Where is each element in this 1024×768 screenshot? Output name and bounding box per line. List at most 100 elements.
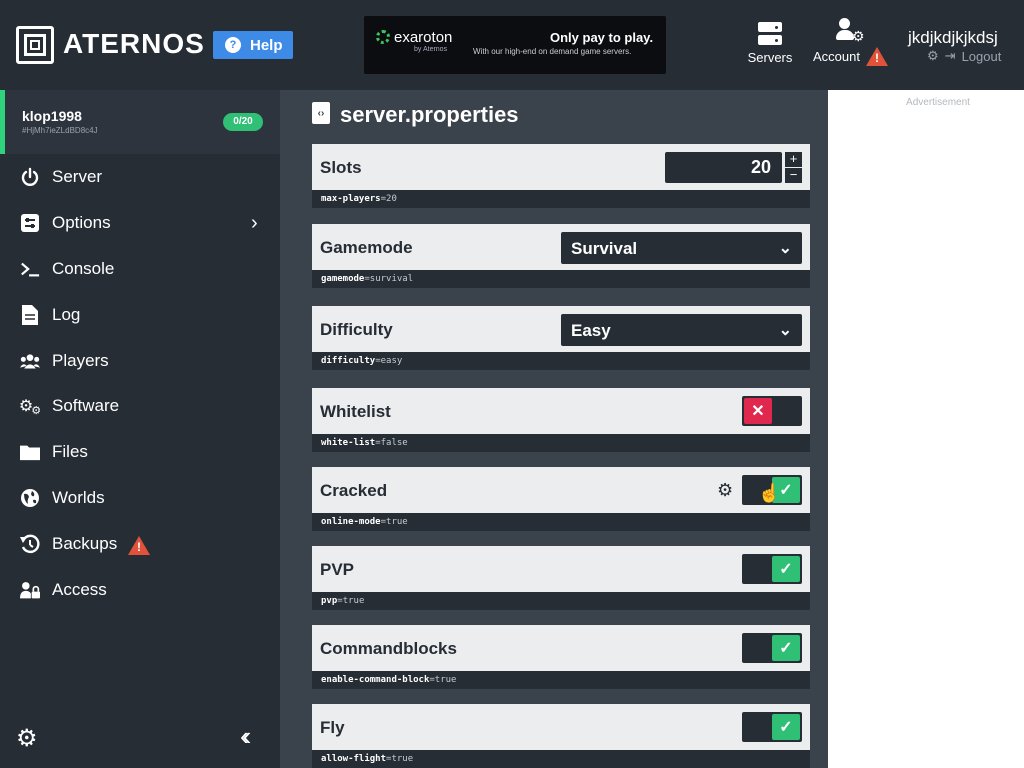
property-fly: Fly ✓ allow-flight=true bbox=[312, 704, 810, 768]
property-label: Commandblocks bbox=[320, 639, 457, 658]
terminal-icon bbox=[20, 259, 40, 279]
property-label: Slots bbox=[320, 158, 362, 177]
question-icon: ? bbox=[225, 37, 241, 53]
whitelist-toggle[interactable]: ✕ bbox=[742, 396, 802, 426]
power-icon bbox=[20, 167, 40, 187]
increment-button[interactable]: + bbox=[785, 152, 802, 167]
server-name: klop1998 bbox=[22, 108, 82, 124]
property-value: false bbox=[380, 438, 408, 448]
sidebar-item-label: Players bbox=[52, 351, 109, 370]
property-value: easy bbox=[380, 356, 403, 366]
sidebar-item-access[interactable]: Access bbox=[0, 570, 280, 610]
servers-nav-button[interactable]: Servers bbox=[744, 22, 796, 65]
banner-title: Only pay to play. bbox=[550, 30, 654, 45]
sidebar-item-label: Worlds bbox=[52, 488, 105, 507]
sidebar-item-label: Options bbox=[52, 213, 111, 232]
top-header: ATERNOS ? Help exaroton by Aternos Only … bbox=[0, 0, 1024, 90]
help-button[interactable]: ? Help bbox=[213, 31, 293, 59]
property-gamemode: Gamemode Survival ⌄ gamemode=survival bbox=[312, 224, 810, 288]
property-value: true bbox=[434, 675, 457, 685]
settings-gear-icon[interactable]: ⚙ bbox=[16, 724, 38, 753]
property-key-line: enable-command-block=true bbox=[312, 671, 810, 689]
property-label: Cracked bbox=[320, 481, 388, 500]
property-slots: Slots 20 + − max-players=20 bbox=[312, 144, 810, 208]
property-label: Difficulty bbox=[320, 320, 393, 339]
server-card[interactable]: klop1998 #HjMh7ieZLdBD8c4J 0/20 bbox=[0, 90, 280, 154]
sidebar-item-label: Console bbox=[52, 259, 115, 278]
property-key-line: max-players=20 bbox=[312, 190, 810, 208]
folder-icon bbox=[20, 442, 40, 462]
warning-icon bbox=[128, 536, 150, 555]
users-icon bbox=[20, 351, 40, 371]
property-key-line: online-mode=true bbox=[312, 513, 810, 531]
main-content: ‹› server.properties Slots 20 + − max-pl… bbox=[294, 90, 828, 768]
fly-toggle[interactable]: ✓ bbox=[742, 712, 802, 742]
warning-icon bbox=[866, 47, 888, 66]
file-code-icon: ‹› bbox=[312, 102, 330, 124]
banner-brand: exaroton bbox=[394, 29, 453, 46]
player-count-badge: 0/20 bbox=[223, 113, 263, 131]
sidebar-item-console[interactable]: Console bbox=[0, 249, 280, 289]
sidebar-item-label: Backups bbox=[52, 534, 118, 553]
property-commandblocks: Commandblocks ✓ enable-command-block=tru… bbox=[312, 625, 810, 689]
account-icon: ⚙ bbox=[836, 18, 865, 44]
slots-number-input[interactable]: 20 bbox=[665, 152, 782, 183]
help-label: Help bbox=[250, 36, 283, 54]
file-icon bbox=[20, 305, 40, 325]
logo-text[interactable]: ATERNOS bbox=[63, 28, 205, 60]
property-value: true bbox=[342, 596, 365, 606]
property-key-line: white-list=false bbox=[312, 434, 810, 452]
user-actions: ⚙ ⇥ Logout bbox=[927, 48, 1001, 64]
sidebar-item-files[interactable]: Files bbox=[0, 432, 280, 472]
collapse-sidebar-icon[interactable]: ‹‹ bbox=[240, 721, 252, 752]
username[interactable]: jkdjkdjkjkdsj bbox=[908, 28, 998, 48]
servers-label: Servers bbox=[747, 50, 793, 65]
ad-panel: Advertisement bbox=[828, 90, 1024, 768]
commandblocks-toggle[interactable]: ✓ bbox=[742, 633, 802, 663]
difficulty-select[interactable]: Easy ⌄ bbox=[561, 314, 802, 346]
sidebar-item-label: Software bbox=[52, 396, 120, 415]
property-key: pvp bbox=[321, 596, 338, 606]
select-value: Easy bbox=[571, 321, 611, 340]
sidebar-item-label: Log bbox=[52, 305, 81, 324]
settings-gear-icon[interactable]: ⚙ bbox=[927, 48, 939, 64]
decrement-button[interactable]: − bbox=[785, 168, 802, 183]
property-key: allow-flight bbox=[321, 754, 387, 764]
property-key: gamemode bbox=[321, 274, 365, 284]
sidebar-item-worlds[interactable]: Worlds bbox=[0, 478, 280, 518]
sidebar: klop1998 #HjMh7ieZLdBD8c4J 0/20 Server O… bbox=[0, 90, 280, 768]
property-label: Fly bbox=[320, 718, 345, 737]
logout-link[interactable]: Logout bbox=[962, 49, 1002, 64]
sidebar-item-label: Files bbox=[52, 442, 88, 461]
sidebar-item-players[interactable]: Players bbox=[0, 341, 280, 381]
property-value: survival bbox=[369, 274, 414, 284]
property-difficulty: Difficulty Easy ⌄ difficulty=easy bbox=[312, 306, 810, 370]
property-key-line: gamemode=survival bbox=[312, 270, 810, 288]
pvp-toggle[interactable]: ✓ bbox=[742, 554, 802, 584]
logout-icon[interactable]: ⇥ bbox=[945, 48, 956, 64]
property-key-line: difficulty=easy bbox=[312, 352, 810, 370]
sidebar-item-backups[interactable]: Backups bbox=[0, 524, 280, 564]
select-value: Survival bbox=[571, 239, 638, 258]
exaroton-logo-icon bbox=[376, 30, 390, 44]
chevron-right-icon: › bbox=[251, 211, 258, 234]
check-icon: ✓ bbox=[772, 556, 800, 582]
aternos-logo-icon[interactable] bbox=[16, 26, 54, 64]
sidebar-item-options[interactable]: Options › bbox=[0, 203, 280, 243]
ad-banner[interactable]: exaroton by Aternos Only pay to play. Wi… bbox=[364, 16, 666, 74]
user-lock-icon bbox=[20, 580, 40, 600]
sidebar-item-software[interactable]: ⚙ ⚙ Software bbox=[0, 386, 280, 426]
page-title: server.properties bbox=[340, 102, 519, 127]
sliders-icon bbox=[20, 213, 40, 233]
property-key: difficulty bbox=[321, 356, 376, 366]
server-id: #HjMh7ieZLdBD8c4J bbox=[22, 126, 98, 135]
check-icon: ✓ bbox=[772, 635, 800, 661]
property-key: max-players bbox=[321, 194, 381, 204]
gamemode-select[interactable]: Survival ⌄ bbox=[561, 232, 802, 264]
sidebar-item-log[interactable]: Log bbox=[0, 295, 280, 335]
sidebar-item-server[interactable]: Server bbox=[0, 157, 280, 197]
property-key: white-list bbox=[321, 438, 376, 448]
gear-icon[interactable]: ⚙ bbox=[717, 480, 733, 501]
property-label: PVP bbox=[320, 560, 355, 579]
cogs-icon: ⚙ ⚙ bbox=[18, 398, 42, 417]
